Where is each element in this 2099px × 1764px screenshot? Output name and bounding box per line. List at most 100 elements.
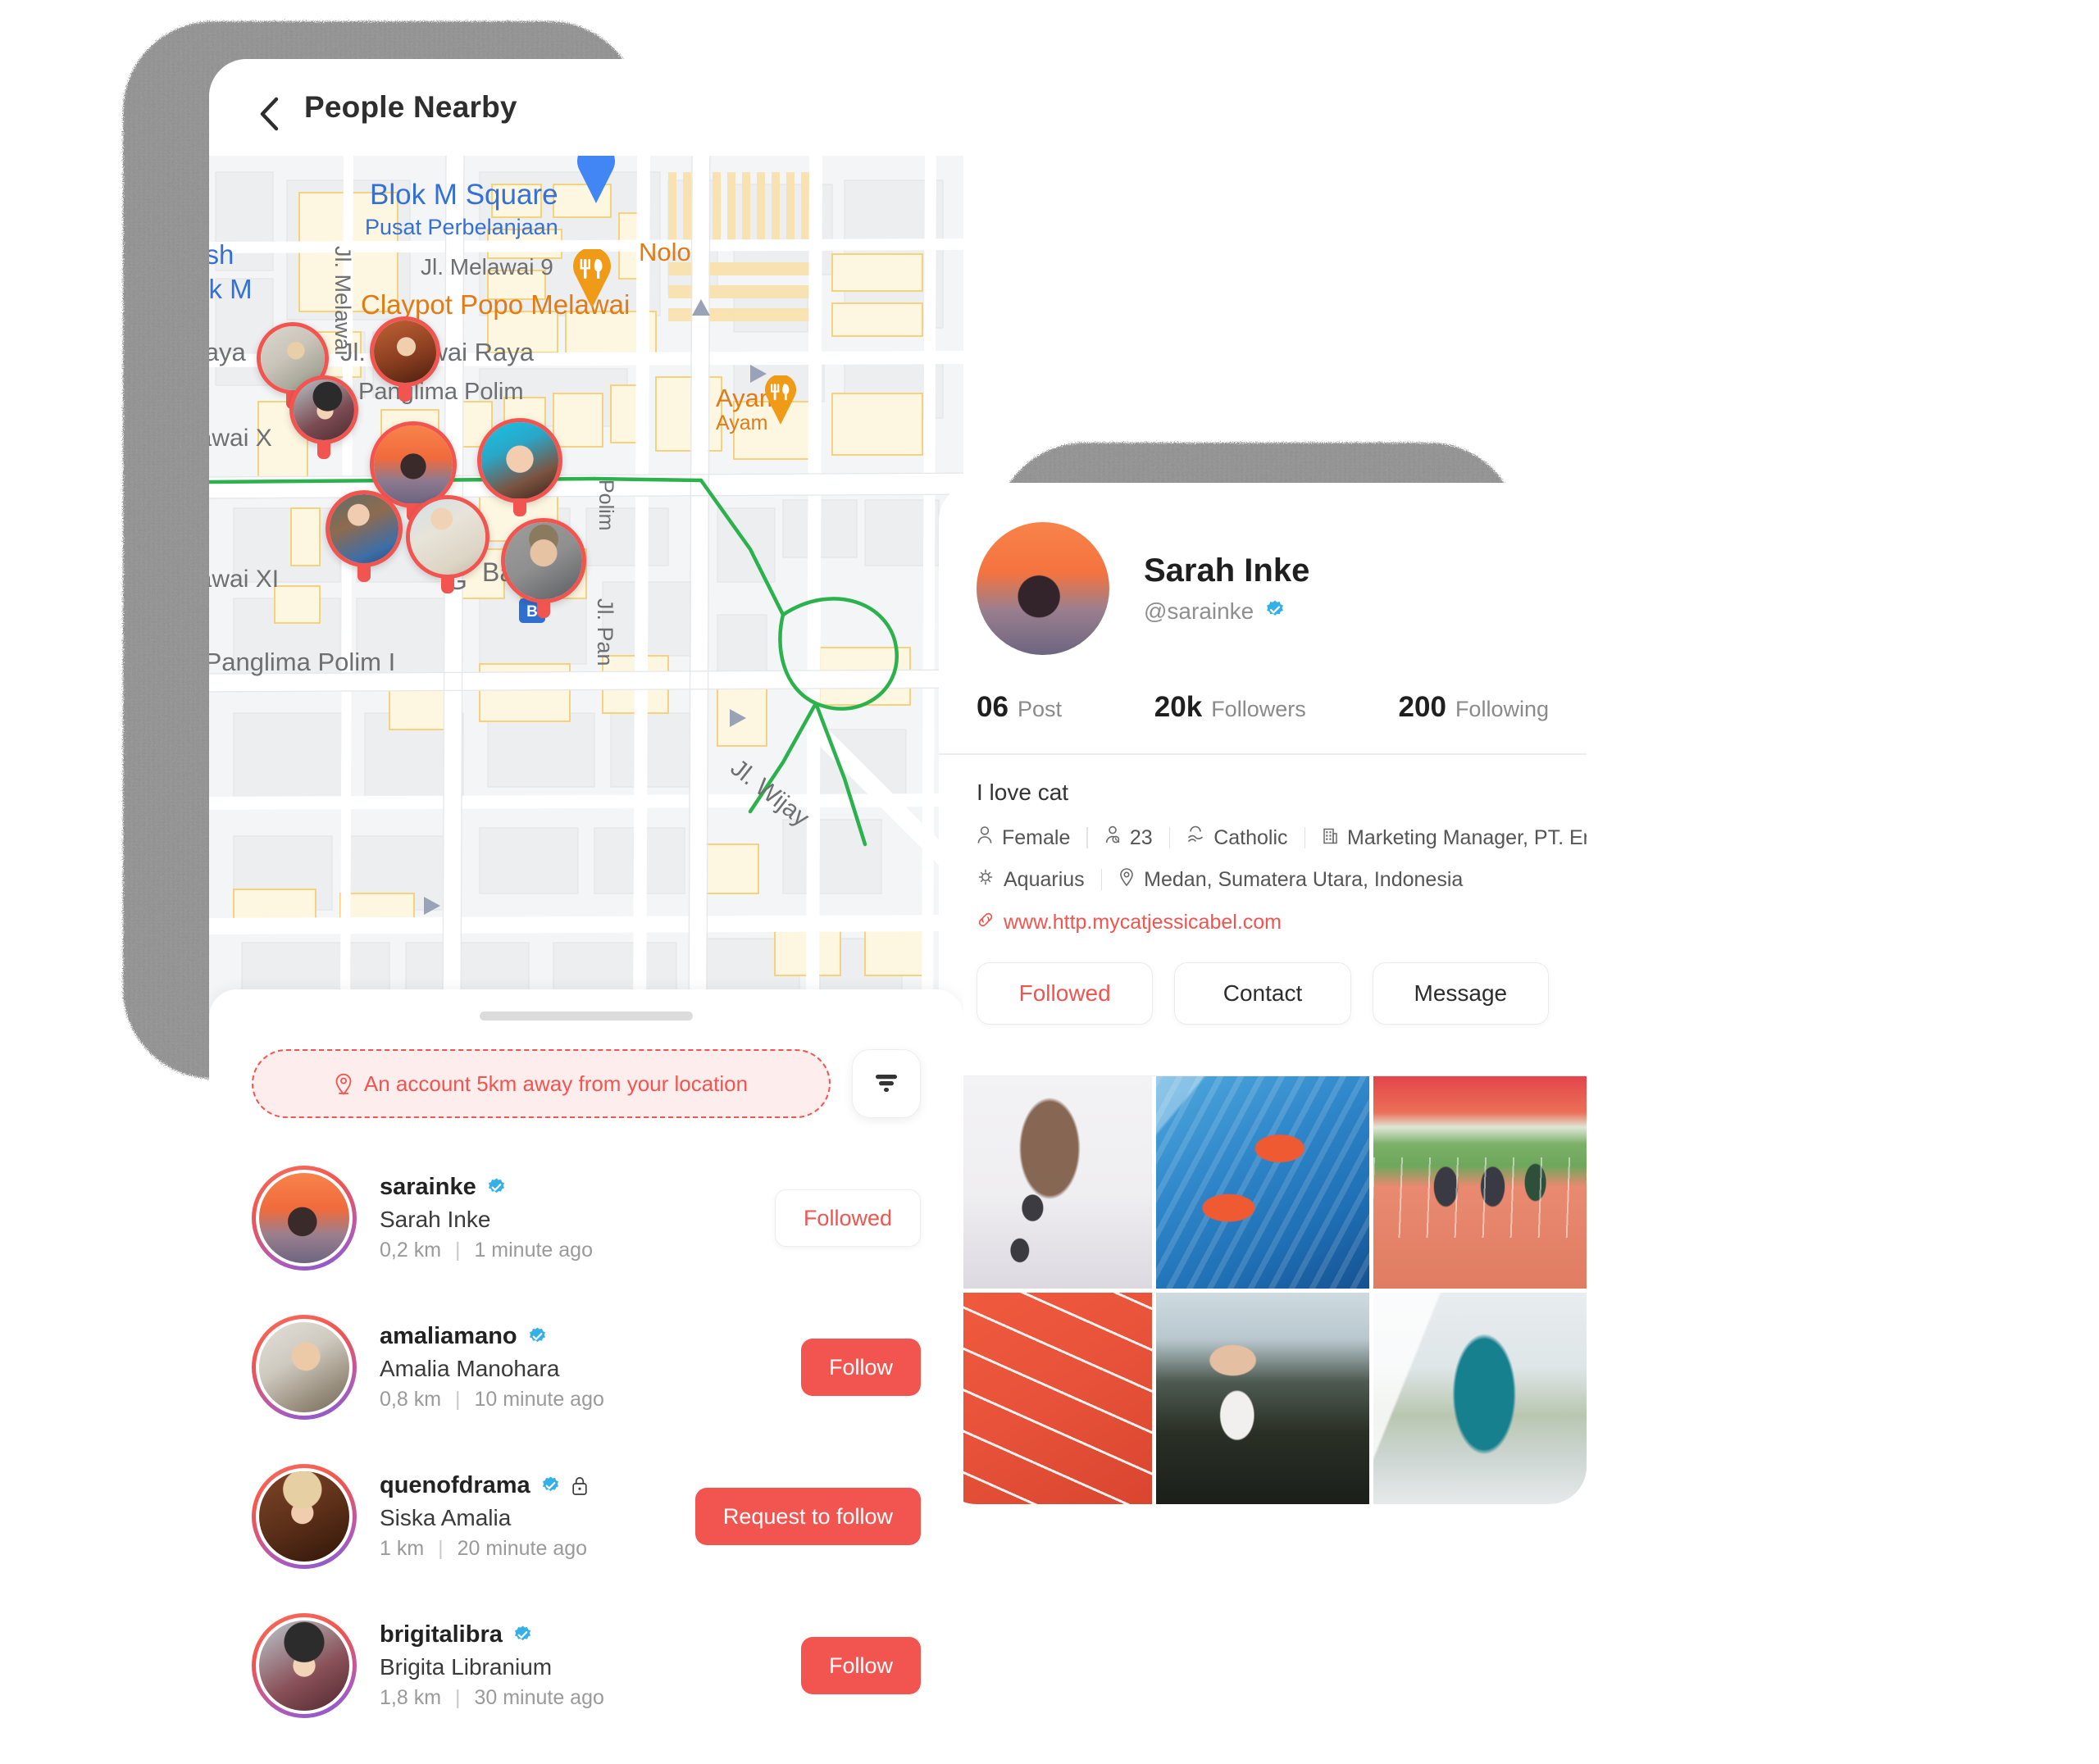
profile-action-buttons: Followed Contact Message [939,962,1587,1025]
stat-posts-value: 06 [977,691,1009,723]
list-item-distance: 0,2 km [380,1239,442,1262]
detail-location-text: Medan, Sumatera Utara, Indonesia [1144,867,1464,891]
avatar[interactable] [252,1315,357,1420]
verified-badge-icon [540,1475,561,1496]
list-item-meta: 1,8 km | 30 minute ago [380,1686,778,1710]
list-item-time: 20 minute ago [457,1537,588,1560]
list-item-name: Sarah Inke [380,1207,491,1232]
follow-action-button[interactable]: Followed [774,1189,921,1247]
app-header: People Nearby [209,59,963,156]
follow-action-button[interactable]: Follow [800,1339,921,1396]
detail-age: 23 [1104,825,1153,851]
detail-separator [1086,827,1088,848]
list-item-name: Amalia Manohara [380,1356,560,1381]
phone-screen-right: Sarah Inke @sarainke 06 Post 20k Followe… [939,483,1587,1504]
list-item-distance: 1 km [380,1537,425,1560]
meta-separator: | [438,1537,444,1560]
list-item-time: 1 minute ago [474,1239,593,1262]
stat-following[interactable]: 200 Following [1399,691,1549,724]
filter-icon [872,1070,900,1098]
stat-following-value: 200 [1398,691,1446,723]
profile-photo-grid [939,1076,1587,1504]
list-item-meta: 1 km | 20 minute ago [380,1537,672,1561]
link-icon [977,911,995,934]
meta-separator: | [454,1686,461,1709]
profile-identity: Sarah Inke @sarainke [1144,552,1309,625]
detail-age-text: 23 [1129,825,1153,849]
avatar[interactable] [252,1613,357,1718]
photo-blue-stairs[interactable] [1156,1076,1369,1289]
map-pin-avatar-8[interactable] [501,518,586,618]
map-pin-avatar-6[interactable] [326,490,403,582]
list-item-time: 10 minute ago [474,1388,604,1411]
page-title: People Nearby [304,90,517,124]
list-item-handle: brigitalibra [380,1621,503,1648]
avatar[interactable] [252,1464,357,1569]
private-lock-icon [571,1475,589,1497]
profile-avatar[interactable] [977,522,1109,655]
map-pin-avatar-7[interactable] [406,495,489,593]
restaurant-pin[interactable] [568,249,616,310]
stat-posts-label: Post [1017,697,1062,721]
profile-handle: @sarainke [1144,598,1254,624]
chevron-left-icon[interactable] [258,97,280,131]
list-item[interactable]: sarainke Sarah Inke 0,2 km | 1 minute ag… [209,1143,963,1293]
detail-occupation-text: Marketing Manager, PT. Enyc [1347,825,1587,849]
age-icon [1104,825,1121,851]
detail-gender: Female [977,825,1070,851]
avatar[interactable] [252,1166,357,1271]
list-item-distance: 1,8 km [380,1686,442,1709]
map-canvas[interactable]: B Blok M Square Pusat Perbelanjaan ya Fr… [209,156,963,1016]
list-item[interactable]: brigitalibra Brigita Libranium 1,8 km | … [209,1591,963,1723]
photo-track-race[interactable] [1373,1076,1587,1289]
religion-icon [1186,825,1204,851]
map-pin-icon [335,1073,353,1095]
follow-action-button[interactable]: Follow [800,1637,921,1694]
profile-stats: 06 Post 20k Followers 200 Following [939,655,1587,724]
sheet-drag-handle[interactable] [480,1012,693,1021]
detail-religion: Catholic [1186,825,1288,851]
stat-following-label: Following [1455,697,1549,721]
stat-followers-label: Followers [1211,697,1306,721]
distance-notice-label: An account 5km away from your location [363,1071,749,1096]
profile-website-text: www.http.mycatjessicabel.com [1004,910,1282,934]
stat-posts[interactable]: 06 Post [977,691,1062,724]
meta-separator: | [454,1239,461,1262]
list-item[interactable]: quenofdrama Siska Amalia 1 km | 20 minut… [209,1442,963,1591]
profile-website-link[interactable]: www.http.mycatjessicabel.com [977,911,1549,934]
photo-stretch-woman[interactable] [1156,1292,1369,1504]
screenshot-root: People Nearby B Blok M Square Pusat Perb… [0,0,2099,1764]
list-item-time: 30 minute ago [474,1686,604,1709]
detail-separator [1304,827,1306,848]
detail-separator [1168,827,1171,848]
photo-runner-jump[interactable] [939,1076,1152,1289]
map-pin-avatar-2[interactable] [370,316,440,402]
person-icon [977,825,993,851]
list-item-handle: sarainke [380,1174,476,1200]
profile-header: Sarah Inke @sarainke [939,483,1587,655]
building-icon [1322,825,1338,851]
restaurant-pin-2[interactable] [761,375,808,436]
user-location-pin[interactable] [572,156,620,208]
list-item[interactable]: amaliamano Amalia Manohara 0,8 km | 10 m… [209,1293,963,1442]
verified-badge-icon [512,1625,533,1645]
followed-button[interactable]: Followed [977,962,1154,1025]
distance-notice-chip[interactable]: An account 5km away from your location [252,1049,831,1118]
detail-occupation: Marketing Manager, PT. Enyc [1322,825,1587,851]
verified-badge-icon [1264,599,1286,625]
filter-button[interactable] [852,1049,921,1118]
list-item-meta: 0,8 km | 10 minute ago [380,1388,778,1412]
photo-red-track[interactable] [939,1292,1152,1504]
follow-action-button[interactable]: Request to follow [694,1488,921,1545]
map-pin-avatar-3[interactable] [289,375,358,459]
bottom-sheet: An account 5km away from your location s… [209,989,963,1723]
photo-teal-leggings[interactable] [1373,1292,1587,1504]
map-pin-avatar-5[interactable] [477,418,562,516]
contact-button[interactable]: Contact [1174,962,1351,1025]
profile-details-row-1: Female 23 Catholic Marketing Manager, PT… [977,825,1587,851]
message-button[interactable]: Message [1372,962,1549,1025]
detail-location: Medan, Sumatera Utara, Indonesia [1118,867,1463,893]
list-item-name: Brigita Libranium [380,1654,553,1680]
profile-display-name: Sarah Inke [1144,552,1310,589]
stat-followers[interactable]: 20k Followers [1062,691,1399,724]
